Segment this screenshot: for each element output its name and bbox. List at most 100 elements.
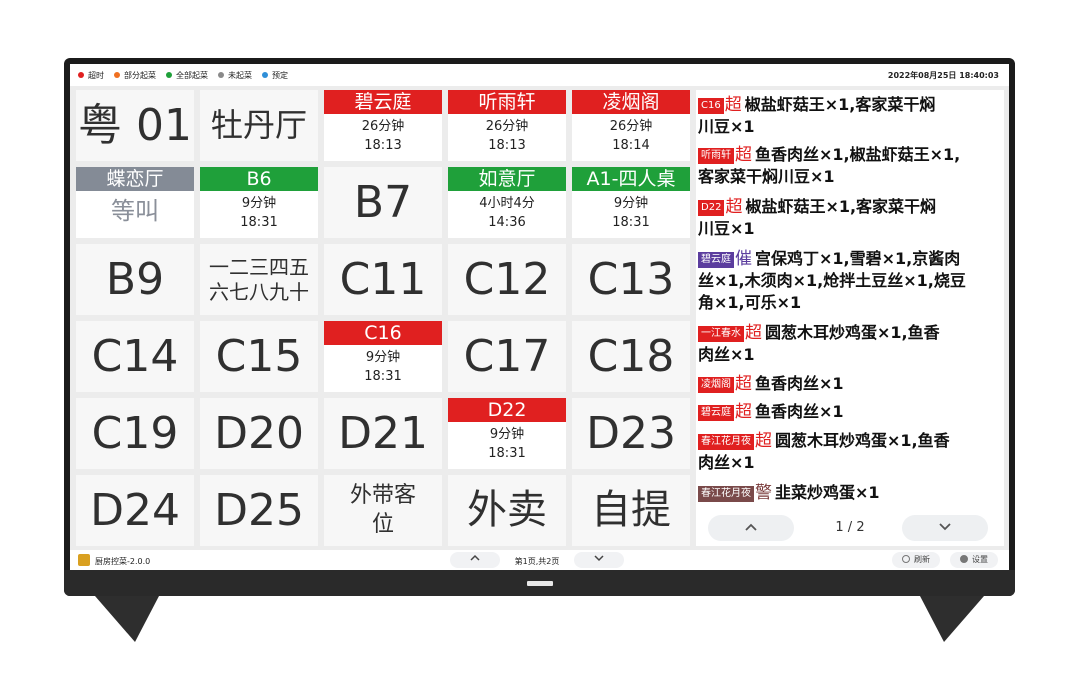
order-table-tag: 春江花月夜: [698, 486, 754, 502]
table-tile[interactable]: C12: [448, 244, 566, 315]
table-name: C16: [324, 321, 442, 345]
table-tile[interactable]: 粤 01: [76, 90, 194, 161]
order-dishes: 韭菜炒鸡蛋×1: [775, 483, 880, 502]
app-name: 厨房控菜-2.0.0: [95, 557, 151, 566]
table-tile[interactable]: 凌烟阁 26分钟 18:14: [572, 90, 690, 161]
table-duration: 26分钟: [609, 119, 653, 134]
table-tile[interactable]: D22 9分钟 18:31: [448, 398, 566, 469]
order-dishes: 椒盐虾菇王×1,客家菜干焖: [745, 197, 937, 216]
order-item[interactable]: 春江花月夜超圆葱木耳炒鸡蛋×1,鱼香 肉丝×1: [698, 430, 1002, 474]
settings-button[interactable]: 设置: [950, 552, 998, 568]
table-tile[interactable]: C14: [76, 321, 194, 392]
footer-bar: 厨房控菜-2.0.0 第1页,共2页 刷新 设置: [70, 550, 1009, 570]
grid-page-up-button[interactable]: [450, 552, 500, 568]
green-dot-icon: [166, 72, 172, 78]
table-time: 18:13: [488, 138, 526, 153]
table-tile[interactable]: D20: [200, 398, 318, 469]
refresh-button[interactable]: 刷新: [892, 552, 940, 568]
order-page-down-button[interactable]: [902, 515, 988, 541]
table-name: A1-四人桌: [572, 167, 690, 191]
order-table-tag: D22: [698, 200, 725, 216]
table-name: C12: [463, 254, 551, 305]
table-duration: 26分钟: [485, 119, 529, 134]
order-dishes: 角×1,可乐×1: [698, 293, 802, 312]
order-item[interactable]: 碧云庭超鱼香肉丝×1: [698, 401, 1002, 423]
chevron-up-icon: [470, 554, 480, 561]
table-tile[interactable]: 听雨轩 26分钟 18:13: [448, 90, 566, 161]
red-dot-icon: [78, 72, 84, 78]
table-name: C19: [91, 408, 179, 459]
table-tile[interactable]: C13: [572, 244, 690, 315]
table-tile[interactable]: C19: [76, 398, 194, 469]
order-mark: 超: [755, 431, 772, 451]
order-mark: 警: [755, 483, 772, 503]
table-tile[interactable]: 如意厅 4小时4分 14:36: [448, 167, 566, 238]
table-name: C13: [587, 254, 675, 305]
order-item[interactable]: 一江春水超圆葱木耳炒鸡蛋×1,鱼香 肉丝×1: [698, 322, 1002, 366]
table-tile[interactable]: C17: [448, 321, 566, 392]
tv-logo: [527, 581, 553, 586]
table-name: C15: [215, 331, 303, 382]
order-item[interactable]: 凌烟阁超鱼香肉丝×1: [698, 373, 1002, 395]
table-tile[interactable]: C18: [572, 321, 690, 392]
table-name: B6: [200, 167, 318, 191]
table-tile[interactable]: 蝶恋厅 等叫: [76, 167, 194, 238]
table-tile[interactable]: C11: [324, 244, 442, 315]
order-item[interactable]: 春江花月夜警韭菜炒鸡蛋×1: [698, 482, 1002, 504]
legend-reserved: 预定: [262, 70, 288, 81]
table-name: D25: [214, 485, 304, 536]
legend-overtime: 超时: [78, 70, 104, 81]
order-table-tag: 春江花月夜: [698, 434, 754, 450]
table-tile[interactable]: 外带客 位: [324, 475, 442, 546]
table-tile[interactable]: 一二三四五 六七八九十: [200, 244, 318, 315]
table-tile[interactable]: D24: [76, 475, 194, 546]
table-name: 凌烟阁: [572, 90, 690, 114]
table-duration: 9分钟: [365, 350, 401, 365]
table-tile[interactable]: 自提: [572, 475, 690, 546]
legend-label: 部分起菜: [124, 70, 156, 80]
table-tile[interactable]: D23: [572, 398, 690, 469]
order-dishes: 川豆×1: [698, 117, 755, 136]
table-tile[interactable]: C15: [200, 321, 318, 392]
legend-all-served: 全部起菜: [166, 70, 208, 81]
order-table-tag: C16: [698, 98, 724, 114]
order-dishes: 鱼香肉丝×1: [755, 374, 844, 393]
table-name: C11: [339, 254, 427, 305]
blue-dot-icon: [262, 72, 268, 78]
table-time: 18:14: [612, 138, 650, 153]
chevron-down-icon: [594, 555, 604, 562]
order-item[interactable]: 听雨轩超鱼香肉丝×1,椒盐虾菇王×1, 客家菜干焖川豆×1: [698, 144, 1002, 188]
table-time: 18:31: [364, 369, 402, 384]
order-table-tag: 碧云庭: [698, 252, 734, 268]
table-tile[interactable]: 牡丹厅: [200, 90, 318, 161]
orange-dot-icon: [114, 72, 120, 78]
table-tile[interactable]: B9: [76, 244, 194, 315]
table-tile[interactable]: 外卖: [448, 475, 566, 546]
order-page-up-button[interactable]: [708, 515, 794, 541]
tv-stand-left: [95, 596, 159, 642]
table-name: 外带客: [349, 483, 416, 508]
order-item[interactable]: C16 超椒盐虾菇王×1,客家菜干焖 川豆×1: [698, 94, 1002, 138]
legend-label: 超时: [88, 70, 104, 80]
table-tile[interactable]: A1-四人桌 9分钟 18:31: [572, 167, 690, 238]
table-time: 18:31: [612, 215, 650, 230]
table-tile[interactable]: 碧云庭 26分钟 18:13: [324, 90, 442, 161]
screen: 超时 部分起菜 全部起菜 未起菜 预定 2022年08月25日 18:40:03…: [70, 64, 1009, 570]
refresh-icon: [902, 555, 910, 563]
table-name: D21: [338, 408, 428, 459]
table-tile[interactable]: D21: [324, 398, 442, 469]
grid-page-down-button[interactable]: [574, 552, 624, 568]
order-item[interactable]: 碧云庭催宫保鸡丁×1,雪碧×1,京酱肉 丝×1,木须肉×1,炝拌土豆丝×1,烧豆角…: [698, 248, 1002, 314]
table-tile[interactable]: D25: [200, 475, 318, 546]
order-table-tag: 一江春水: [698, 326, 744, 342]
table-tile[interactable]: C16 9分钟 18:31: [324, 321, 442, 392]
order-panel: C16 超椒盐虾菇王×1,客家菜干焖 川豆×1 听雨轩超鱼香肉丝×1,椒盐虾菇王×1…: [696, 90, 1004, 546]
gear-icon: [960, 555, 968, 563]
order-dishes: 川豆×1: [698, 219, 755, 238]
order-item[interactable]: D22 超椒盐虾菇王×1,客家菜干焖 川豆×1: [698, 196, 1002, 240]
table-tile[interactable]: B6 9分钟 18:31: [200, 167, 318, 238]
table-tile[interactable]: B7: [324, 167, 442, 238]
table-name: 粤 01: [78, 100, 192, 151]
order-mark: 催: [735, 249, 752, 269]
table-time: 18:31: [488, 446, 526, 461]
